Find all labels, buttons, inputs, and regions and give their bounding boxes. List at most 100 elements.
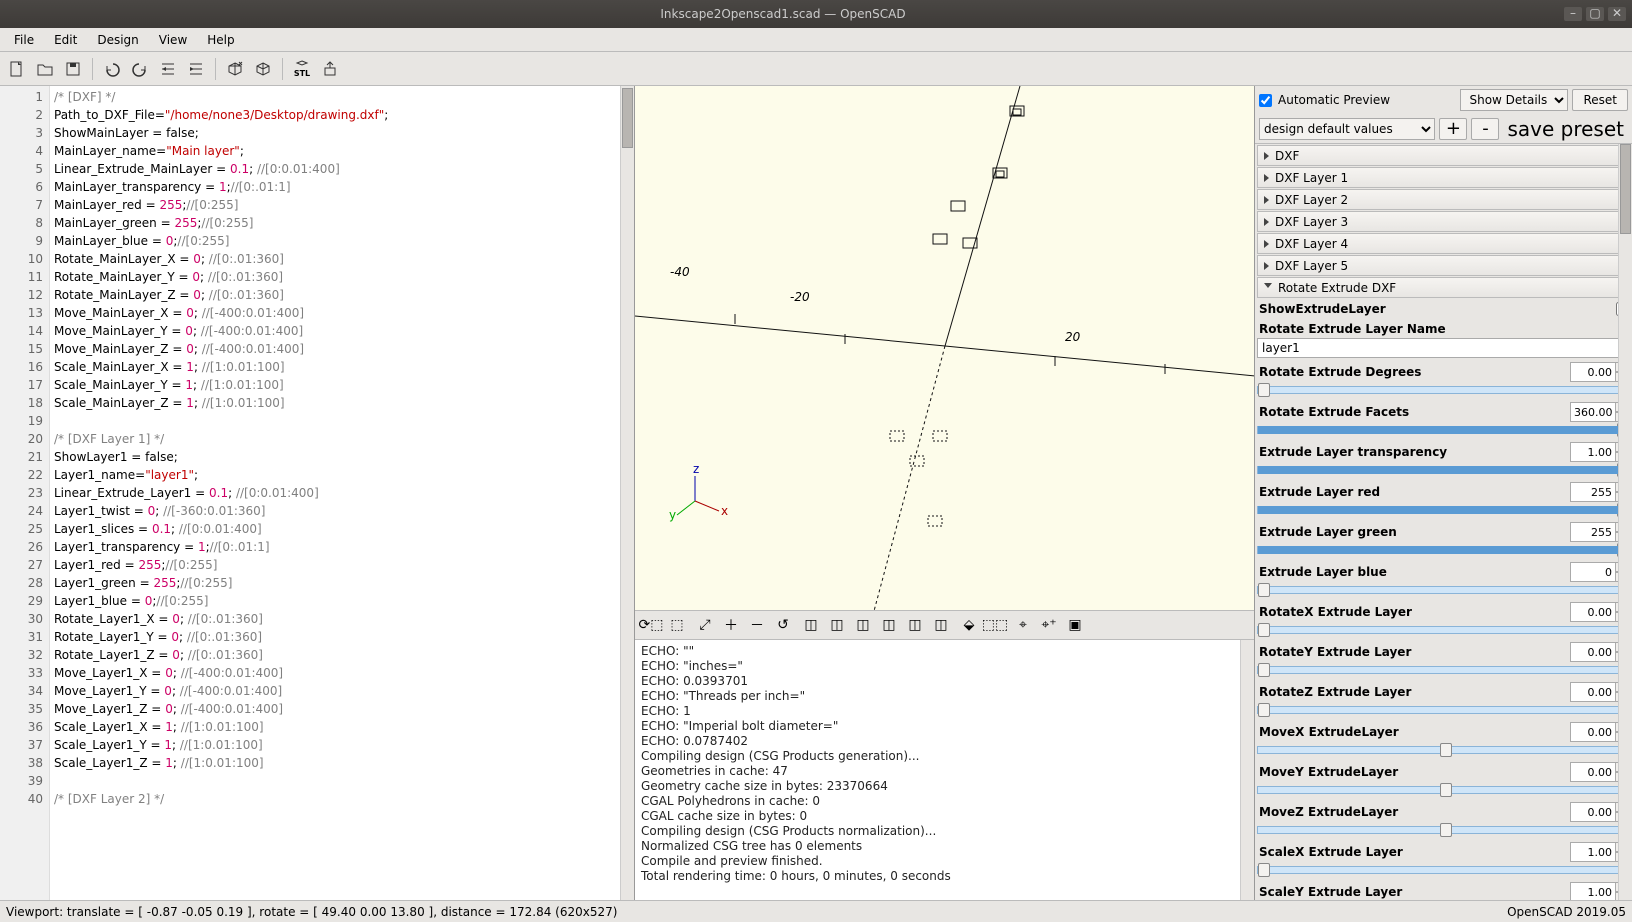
- new-icon[interactable]: [4, 56, 30, 82]
- export-stl-icon[interactable]: STL: [289, 56, 315, 82]
- zoom-fit-icon[interactable]: ⤢: [693, 613, 717, 637]
- reset-view-icon[interactable]: ↺: [771, 613, 795, 637]
- menu-design[interactable]: Design: [87, 31, 148, 49]
- reset-button[interactable]: Reset: [1572, 89, 1628, 111]
- rotate-extrude-degrees-label: Rotate Extrude Degrees: [1257, 365, 1570, 379]
- group-dxf-layer-2[interactable]: DXF Layer 2: [1257, 189, 1630, 210]
- rotatex-input[interactable]: [1570, 602, 1616, 622]
- movez-slider[interactable]: [1257, 826, 1630, 834]
- rotatex-label: RotateX Extrude Layer: [1257, 605, 1570, 619]
- red-slider[interactable]: [1257, 506, 1630, 514]
- scaley-input[interactable]: [1570, 882, 1616, 900]
- show-edges-icon[interactable]: ▣: [1063, 613, 1087, 637]
- render-small-icon[interactable]: ⬚: [665, 613, 689, 637]
- group-dxf[interactable]: DXF: [1257, 145, 1630, 166]
- view-right-icon[interactable]: ◫: [799, 613, 823, 637]
- save-icon[interactable]: [60, 56, 86, 82]
- indent-icon[interactable]: [183, 56, 209, 82]
- status-bar: Viewport: translate = [ -0.87 -0.05 0.19…: [0, 900, 1632, 922]
- rotatey-slider[interactable]: [1257, 666, 1630, 674]
- extrude-transparency-label: Extrude Layer transparency: [1257, 445, 1570, 459]
- rotatez-input[interactable]: [1570, 682, 1616, 702]
- window-title: Inkscape2Openscad1.scad — OpenSCAD: [6, 7, 1560, 21]
- rotatex-slider[interactable]: [1257, 626, 1630, 634]
- minimize-button[interactable]: –: [1564, 7, 1582, 21]
- rotate-extrude-layer-name-input[interactable]: [1257, 338, 1630, 358]
- unindent-icon[interactable]: [155, 56, 181, 82]
- group-dxf-layer-1[interactable]: DXF Layer 1: [1257, 167, 1630, 188]
- scalex-input[interactable]: [1570, 842, 1616, 862]
- close-button[interactable]: ✕: [1608, 7, 1626, 21]
- maximize-button[interactable]: ▢: [1586, 7, 1604, 21]
- rotate-extrude-degrees-input[interactable]: [1570, 362, 1616, 382]
- menu-edit[interactable]: Edit: [44, 31, 87, 49]
- svg-text:-40: -40: [670, 265, 690, 279]
- blue-slider[interactable]: [1257, 586, 1630, 594]
- open-icon[interactable]: [32, 56, 58, 82]
- scaley-label: ScaleY Extrude Layer: [1257, 885, 1570, 899]
- scalex-slider[interactable]: [1257, 866, 1630, 874]
- preview-icon[interactable]: [222, 56, 248, 82]
- movez-input[interactable]: [1570, 802, 1616, 822]
- view-front-icon[interactable]: ◫: [903, 613, 927, 637]
- view-back-icon[interactable]: ◫: [929, 613, 953, 637]
- extrude-blue-input[interactable]: [1570, 562, 1616, 582]
- console-scrollbar[interactable]: [1240, 640, 1254, 900]
- movex-slider[interactable]: [1257, 746, 1630, 754]
- menu-file[interactable]: File: [4, 31, 44, 49]
- view-bottom-icon[interactable]: ◫: [851, 613, 875, 637]
- extrude-green-input[interactable]: [1570, 522, 1616, 542]
- status-right: OpenSCAD 2019.05: [1507, 905, 1626, 919]
- axes-icon[interactable]: ⌖: [1011, 613, 1035, 637]
- view-top-icon[interactable]: ◫: [825, 613, 849, 637]
- auto-preview-checkbox[interactable]: [1259, 94, 1272, 107]
- editor-scrollbar[interactable]: [620, 86, 634, 900]
- send-icon[interactable]: [317, 56, 343, 82]
- movez-label: MoveZ ExtrudeLayer: [1257, 805, 1570, 819]
- console[interactable]: ECHO: ""ECHO: "inches="ECHO: 0.0393701EC…: [635, 640, 1254, 900]
- undo-icon[interactable]: [99, 56, 125, 82]
- movey-input[interactable]: [1570, 762, 1616, 782]
- customizer-scrollbar[interactable]: [1618, 144, 1632, 900]
- preset-remove-button[interactable]: -: [1471, 118, 1499, 140]
- rotatez-slider[interactable]: [1257, 706, 1630, 714]
- menu-help[interactable]: Help: [197, 31, 244, 49]
- movex-input[interactable]: [1570, 722, 1616, 742]
- green-slider[interactable]: [1257, 546, 1630, 554]
- movey-slider[interactable]: [1257, 786, 1630, 794]
- show-details-combo[interactable]: Show Details: [1460, 89, 1568, 111]
- 3d-viewport[interactable]: -40 -20 20 z y x: [635, 86, 1254, 610]
- redo-icon[interactable]: [127, 56, 153, 82]
- viewport-toolbar: ⟳⬚ ⬚ ⤢ ＋ － ↺ ◫ ◫ ◫ ◫ ◫ ◫ ⬙ ⬚⬚ ⌖ ⌖⁺ ▣: [635, 610, 1254, 640]
- auto-preview-label: Automatic Preview: [1278, 93, 1390, 107]
- perspective-icon[interactable]: ⬙: [957, 613, 981, 637]
- preset-combo[interactable]: design default values: [1259, 118, 1435, 140]
- group-rotate-extrude-dxf[interactable]: Rotate Extrude DXF: [1257, 277, 1630, 298]
- preview-small-icon[interactable]: ⟳⬚: [639, 613, 663, 637]
- group-dxf-layer-4[interactable]: DXF Layer 4: [1257, 233, 1630, 254]
- rotatey-input[interactable]: [1570, 642, 1616, 662]
- render-icon[interactable]: [250, 56, 276, 82]
- extrude-red-input[interactable]: [1570, 482, 1616, 502]
- facets-slider[interactable]: [1257, 426, 1630, 434]
- code-editor[interactable]: 1234567891011121314151617181920212223242…: [0, 86, 635, 900]
- degrees-slider[interactable]: [1257, 386, 1630, 394]
- transparency-slider[interactable]: [1257, 466, 1630, 474]
- group-dxf-layer-3[interactable]: DXF Layer 3: [1257, 211, 1630, 232]
- extrude-transparency-input[interactable]: [1570, 442, 1616, 462]
- zoom-out-icon[interactable]: －: [745, 613, 769, 637]
- orthographic-icon[interactable]: ⬚⬚: [983, 613, 1007, 637]
- preset-add-button[interactable]: +: [1439, 118, 1467, 140]
- movex-label: MoveX ExtrudeLayer: [1257, 725, 1570, 739]
- menu-view[interactable]: View: [149, 31, 197, 49]
- zoom-in-icon[interactable]: ＋: [719, 613, 743, 637]
- save-preset-label[interactable]: save preset: [1503, 117, 1628, 141]
- rotate-extrude-facets-label: Rotate Extrude Facets: [1257, 405, 1570, 419]
- code-area[interactable]: /* [DXF] */Path_to_DXF_File="/home/none3…: [50, 86, 620, 900]
- movey-label: MoveY ExtrudeLayer: [1257, 765, 1570, 779]
- rotate-extrude-facets-input[interactable]: [1570, 402, 1616, 422]
- view-left-icon[interactable]: ◫: [877, 613, 901, 637]
- line-gutter: 1234567891011121314151617181920212223242…: [0, 86, 50, 900]
- group-dxf-layer-5[interactable]: DXF Layer 5: [1257, 255, 1630, 276]
- scale-marker-icon[interactable]: ⌖⁺: [1037, 613, 1061, 637]
